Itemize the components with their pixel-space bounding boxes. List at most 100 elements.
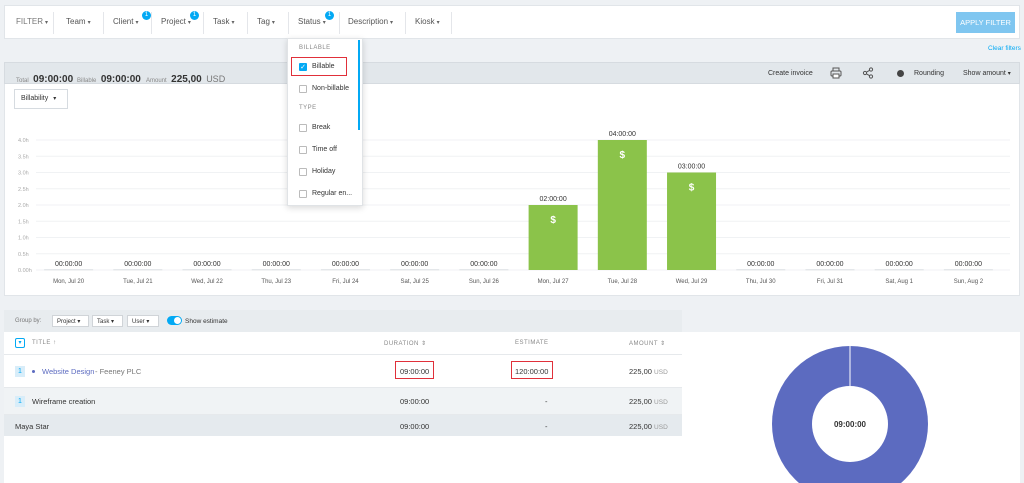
x-tick-label: Wed, Jul 22 bbox=[191, 279, 223, 285]
chart-bar[interactable] bbox=[44, 269, 94, 271]
y-tick-label: 1.0h bbox=[18, 236, 29, 242]
dropdown-scrollbar[interactable] bbox=[358, 40, 360, 130]
client-name: - Feeney PLC bbox=[95, 367, 142, 376]
duration-column-header[interactable]: DURATION ⇕ bbox=[384, 340, 427, 347]
chart-bar[interactable] bbox=[805, 269, 855, 271]
x-tick-label: Sat, Aug 1 bbox=[885, 279, 913, 285]
donut-center-label: 09:00:00 bbox=[834, 420, 867, 429]
x-tick-label: Wed, Jul 29 bbox=[676, 279, 708, 285]
y-tick-label: 0.00h bbox=[18, 268, 32, 274]
table-row[interactable]: 1 Wireframe creation 09:00:00 - 225,00 U… bbox=[4, 387, 682, 414]
y-tick-label: 2.5h bbox=[18, 187, 29, 193]
amount-value: 225,00 bbox=[629, 422, 652, 431]
time-off-checkbox[interactable] bbox=[299, 146, 307, 154]
x-tick-label: Fri, Jul 24 bbox=[332, 279, 359, 285]
estimate-column-header[interactable]: ESTIMATE bbox=[515, 340, 549, 346]
x-tick-label: Sun, Aug 2 bbox=[954, 279, 984, 285]
amount-column-header[interactable]: AMOUNT ⇕ bbox=[629, 340, 666, 347]
donut-chart: 09:00:00 bbox=[772, 346, 928, 483]
chevron-down-icon: ▾ bbox=[146, 319, 150, 325]
dollar-icon: $ bbox=[620, 150, 626, 161]
row-count-badge[interactable]: 1 bbox=[15, 366, 25, 377]
x-tick-label: Mon, Jul 27 bbox=[538, 279, 570, 285]
estimate-cell: - bbox=[545, 422, 548, 431]
sort-icon: ⇕ bbox=[660, 341, 666, 347]
report-table: ▾ TITLE ↑ DURATION ⇕ ESTIMATE AMOUNT ⇕ 1… bbox=[4, 332, 682, 483]
chart-bar[interactable] bbox=[320, 269, 370, 271]
x-tick-label: Fri, Jul 31 bbox=[817, 279, 844, 285]
group-by-bar: Group by: Project ▾ Task ▾ User ▾ Show e… bbox=[4, 310, 682, 332]
group-select-project-label: Project bbox=[57, 319, 76, 325]
group-select-task[interactable]: Task ▾ bbox=[92, 315, 123, 327]
non-billable-checkbox[interactable] bbox=[299, 85, 307, 93]
table-row[interactable]: Maya Star 09:00:00 - 225,00 USD bbox=[4, 414, 682, 436]
chevron-down-icon: ▾ bbox=[77, 319, 81, 325]
group-select-task-label: Task bbox=[97, 319, 110, 325]
chart-bar[interactable] bbox=[943, 269, 993, 271]
break-option[interactable]: Break bbox=[312, 124, 330, 131]
chart-bar[interactable] bbox=[251, 269, 301, 271]
amount-value: 225,00 bbox=[629, 397, 652, 406]
sort-icon: ⇕ bbox=[421, 341, 427, 347]
bar-value-label: 04:00:00 bbox=[609, 131, 636, 138]
chart-y-axis: 4.0h 3.5h 3.0h 2.5h 2.0h 1.5h 1.0h 0.5h 0.00h bbox=[18, 138, 32, 274]
bar-value-label: 00:00:00 bbox=[955, 261, 982, 268]
chart-bar[interactable] bbox=[390, 269, 440, 271]
user-name[interactable]: Maya Star bbox=[15, 422, 49, 431]
group-select-user[interactable]: User ▾ bbox=[127, 315, 159, 327]
y-tick-label: 2.0h bbox=[18, 203, 29, 209]
regular-entry-checkbox[interactable] bbox=[299, 190, 307, 198]
title-header-label: TITLE bbox=[32, 340, 51, 346]
y-tick-label: 0.5h bbox=[18, 252, 29, 258]
chart-bar[interactable] bbox=[874, 269, 924, 271]
sort-up-icon: ↑ bbox=[53, 340, 57, 346]
title-column-header[interactable]: TITLE ↑ bbox=[32, 340, 57, 346]
bar-value-label: 02:00:00 bbox=[539, 196, 566, 203]
amount-value: 225,00 bbox=[629, 367, 652, 376]
x-tick-label: Sun, Jul 26 bbox=[469, 279, 500, 285]
bar-chart: 4.0h 3.5h 3.0h 2.5h 2.0h 1.5h 1.0h 0.5h 0.00h 00… bbox=[18, 131, 1010, 285]
table-row[interactable]: 1 Website Design - Feeney PLC 09:00:00 1… bbox=[4, 354, 682, 387]
project-color-dot bbox=[32, 370, 35, 373]
amount-cell: 225,00 USD bbox=[629, 367, 668, 376]
bar-value-label: 00:00:00 bbox=[816, 261, 843, 268]
highlight-box bbox=[395, 361, 434, 379]
x-tick-label: Tue, Jul 21 bbox=[123, 279, 153, 285]
holiday-option[interactable]: Holiday bbox=[312, 168, 335, 175]
highlight-box bbox=[511, 361, 553, 379]
bar-value-label: 00:00:00 bbox=[401, 261, 428, 268]
dollar-icon: $ bbox=[689, 183, 695, 194]
estimate-header-label: ESTIMATE bbox=[515, 340, 549, 346]
amount-currency: USD bbox=[654, 399, 668, 406]
amount-currency: USD bbox=[654, 369, 668, 376]
y-tick-label: 1.5h bbox=[18, 219, 29, 225]
dollar-icon: $ bbox=[550, 215, 556, 226]
non-billable-option[interactable]: Non-billable bbox=[312, 85, 349, 92]
chart-bar[interactable] bbox=[113, 269, 163, 271]
group-by-label: Group by: bbox=[15, 318, 42, 324]
task-name[interactable]: Wireframe creation bbox=[32, 397, 95, 406]
x-tick-label: Thu, Jul 23 bbox=[261, 279, 291, 285]
expand-all-icon[interactable]: ▾ bbox=[15, 338, 25, 348]
chevron-down-icon: ▾ bbox=[111, 319, 115, 325]
holiday-checkbox[interactable] bbox=[299, 168, 307, 176]
x-tick-label: Thu, Jul 30 bbox=[746, 279, 776, 285]
x-tick-label: Tue, Jul 28 bbox=[608, 279, 638, 285]
billable-header: BILLABLE bbox=[299, 45, 331, 51]
row-count-badge[interactable]: 1 bbox=[15, 396, 25, 407]
chart-bar[interactable] bbox=[459, 269, 509, 271]
regular-entry-option[interactable]: Regular en... bbox=[312, 190, 352, 197]
break-checkbox[interactable] bbox=[299, 124, 307, 132]
group-select-project[interactable]: Project ▾ bbox=[52, 315, 89, 327]
bar-value-label: 00:00:00 bbox=[263, 261, 290, 268]
y-tick-label: 4.0h bbox=[18, 138, 29, 144]
project-name[interactable]: Website Design bbox=[42, 367, 94, 376]
time-off-option[interactable]: Time off bbox=[312, 146, 337, 153]
show-estimate-toggle[interactable] bbox=[167, 316, 182, 325]
donut-card: 09:00:00 bbox=[682, 332, 1020, 483]
x-tick-label: Mon, Jul 20 bbox=[53, 279, 85, 285]
bar-value-label: 00:00:00 bbox=[332, 261, 359, 268]
show-estimate-label: Show estimate bbox=[185, 318, 228, 325]
chart-bar[interactable] bbox=[736, 269, 786, 271]
chart-bar[interactable] bbox=[182, 269, 232, 271]
